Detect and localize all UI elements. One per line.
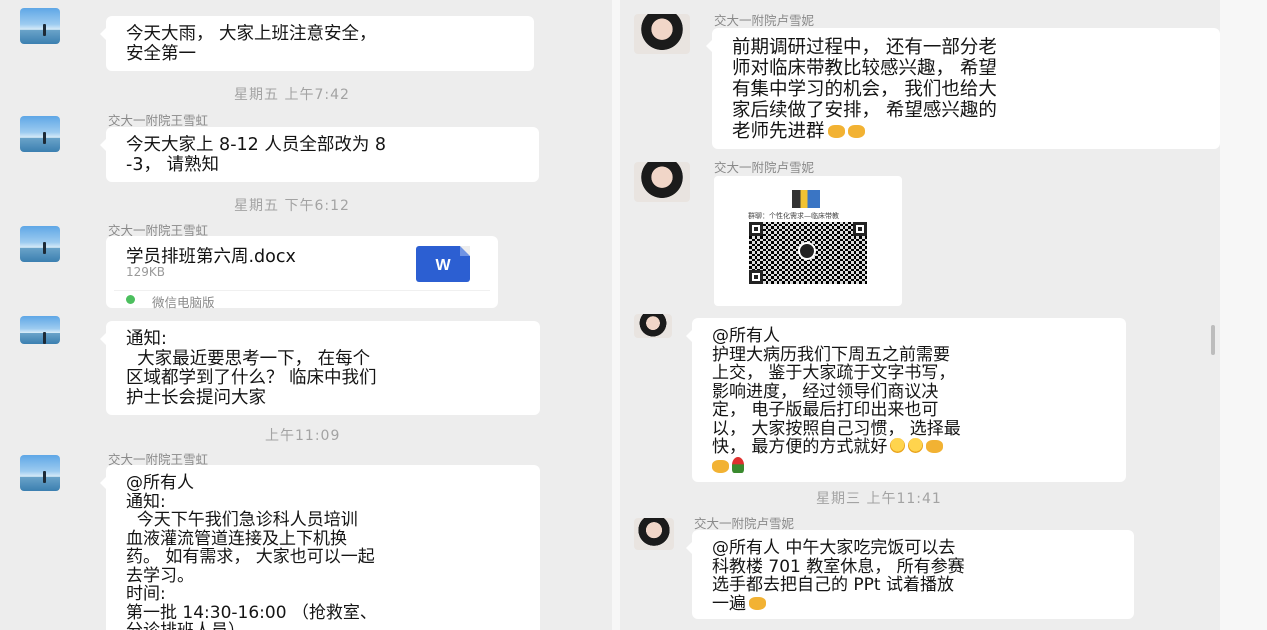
message-bubble[interactable]: 通知: 大家最近要思考一下， 在每个 区域都学到了什么？ 临床中我们 护士长会提… (100, 321, 540, 415)
message-line: 家后续做了安排， 希望感兴趣的 (732, 100, 997, 121)
avatar[interactable] (634, 14, 690, 54)
pray-emoji-icon (749, 596, 766, 610)
message-line: 老师先进群 (732, 121, 1208, 142)
message-line: 一遍 (712, 593, 1124, 614)
message-bubble[interactable]: 今天大家上 8-12 人员全部改为 8 -3， 请熟知 (100, 127, 539, 182)
message-text: 一遍 (712, 593, 746, 614)
message-line: 科教楼 701 教室休息， 所有参赛 (712, 556, 965, 577)
panel-divider (612, 0, 620, 630)
qr-group-title: 群聊：个性化需求—临床带教 (748, 212, 839, 220)
wechat-logo-icon (798, 242, 816, 260)
sender-name: 交大一附院卢雪妮 (714, 160, 815, 175)
rose-emoji-icon (732, 456, 744, 473)
message-line: 血液灌流管道连接及上下机换 (126, 528, 347, 549)
qr-finder-icon (749, 270, 763, 284)
scrollbar[interactable] (1211, 325, 1215, 355)
message-line: 今天下午我们急诊科人员培训 (126, 510, 358, 530)
divider (114, 290, 490, 291)
message-bubble[interactable]: 前期调研过程中， 还有一部分老 师对临床带教比较感兴趣， 希望 有集中学习的机会… (706, 28, 1220, 149)
message-bubble[interactable]: @所有人 通知: 今天下午我们急诊科人员培训 血液灌流管道连接及上下机换 药。 … (100, 465, 540, 630)
pray-emoji-icon (926, 440, 944, 453)
message-line: 大家最近要思考一下， 在每个 (126, 348, 371, 369)
avatar[interactable] (20, 8, 60, 44)
left-chat-panel: 今天大雨， 大家上班注意安全， 安全第一 星期五 上午7:42 交大一附院王雪虹… (0, 0, 612, 630)
file-source: 微信电脑版 (152, 295, 215, 310)
timestamp: 星期五 上午7:42 (234, 87, 350, 103)
message-line: 安全第一 (126, 43, 196, 64)
right-chat-panel: 交大一附院卢雪妮 前期调研过程中， 还有一部分老 师对临床带教比较感兴趣， 希望… (620, 0, 1220, 630)
message-line (712, 456, 1116, 477)
message-line: 去学习。 (126, 565, 194, 586)
message-bubble[interactable]: @所有人 护理大病历我们下周五之前需要 上交， 鉴于大家疏于文字书写， 影响进度… (686, 318, 1126, 482)
file-size: 129KB (126, 265, 166, 279)
window-edge (1220, 0, 1267, 630)
message-line: -3， 请熟知 (126, 154, 220, 175)
avatar[interactable] (634, 518, 674, 550)
qr-finder-icon (749, 222, 763, 236)
message-line: 药。 如有需求， 大家也可以一起 (126, 547, 375, 567)
file-message[interactable]: 学员排班第六周.docx 129KB W 微信电脑版 (106, 236, 498, 310)
message-line: 师对临床带教比较感兴趣， 希望 (732, 58, 997, 79)
message-line: 通知: (126, 491, 166, 512)
message-line: @所有人 中午大家吃完饭可以去 (712, 538, 956, 558)
timestamp: 上午11:09 (265, 428, 341, 444)
timestamp: 星期五 下午6:12 (234, 198, 350, 214)
message-line: 分诊排班人员） (126, 622, 530, 630)
message-line: 第一批 14:30-16:00 （抢救室、 (126, 602, 377, 623)
message-line: @所有人 (712, 326, 780, 346)
message-line: 有集中学习的机会， 我们也给大 (732, 79, 997, 100)
message-text: 快， 最方便的方式就好 (712, 437, 888, 457)
message-line: 今天大家上 8-12 人员全部改为 8 (126, 135, 387, 155)
avatar[interactable] (20, 116, 60, 152)
message-line: 护士长会提问大家 (126, 387, 266, 408)
message-line: 区域都学到了什么？ 临床中我们 (126, 368, 377, 388)
message-bubble[interactable]: 今天大雨， 大家上班注意安全， 安全第一 (100, 16, 534, 71)
avatar[interactable] (634, 162, 690, 202)
pray-emoji-icon (847, 125, 865, 138)
avatar[interactable] (634, 314, 672, 338)
message-line: 以， 大家按照自己习惯， 选择最 (712, 418, 961, 439)
message-line: 快， 最方便的方式就好 (712, 438, 1116, 457)
smile-emoji-icon (890, 438, 906, 453)
message-bubble[interactable]: @所有人 中午大家吃完饭可以去 科教楼 701 教室休息， 所有参赛 选手都去把… (686, 530, 1134, 619)
wechat-pc-icon (126, 295, 135, 304)
group-avatar (792, 190, 820, 208)
qr-finder-icon (853, 222, 867, 236)
word-file-icon: W (416, 246, 470, 282)
message-line: 时间: (126, 584, 166, 604)
avatar[interactable] (20, 316, 60, 344)
message-text: 老师先进群 (732, 121, 825, 142)
message-line: 今天大雨， 大家上班注意安全， (126, 24, 377, 44)
message-line: 前期调研过程中， 还有一部分老 (732, 37, 997, 58)
avatar[interactable] (20, 226, 60, 262)
message-line: 通知: (126, 329, 167, 349)
pray-emoji-icon (827, 125, 845, 138)
message-line: 选手都去把自己的 PPt 试着播放 (712, 575, 954, 595)
sender-name: 交大一附院卢雪妮 (714, 13, 815, 28)
message-line: @所有人 (126, 473, 194, 493)
qr-code-image[interactable]: 群聊：个性化需求—临床带教 (714, 176, 902, 306)
avatar[interactable] (20, 455, 60, 491)
message-line: 定， 电子版最后打印出来也可 (712, 400, 939, 420)
smile-emoji-icon (908, 438, 924, 453)
timestamp: 星期三 上午11:41 (816, 491, 942, 507)
pray-emoji-icon (712, 459, 729, 473)
message-line: 影响进度， 经过领导们商议决 (712, 381, 939, 402)
message-line: 护理大病历我们下周五之前需要 (712, 344, 950, 365)
message-line: 上交， 鉴于大家疏于文字书写， (712, 363, 956, 383)
